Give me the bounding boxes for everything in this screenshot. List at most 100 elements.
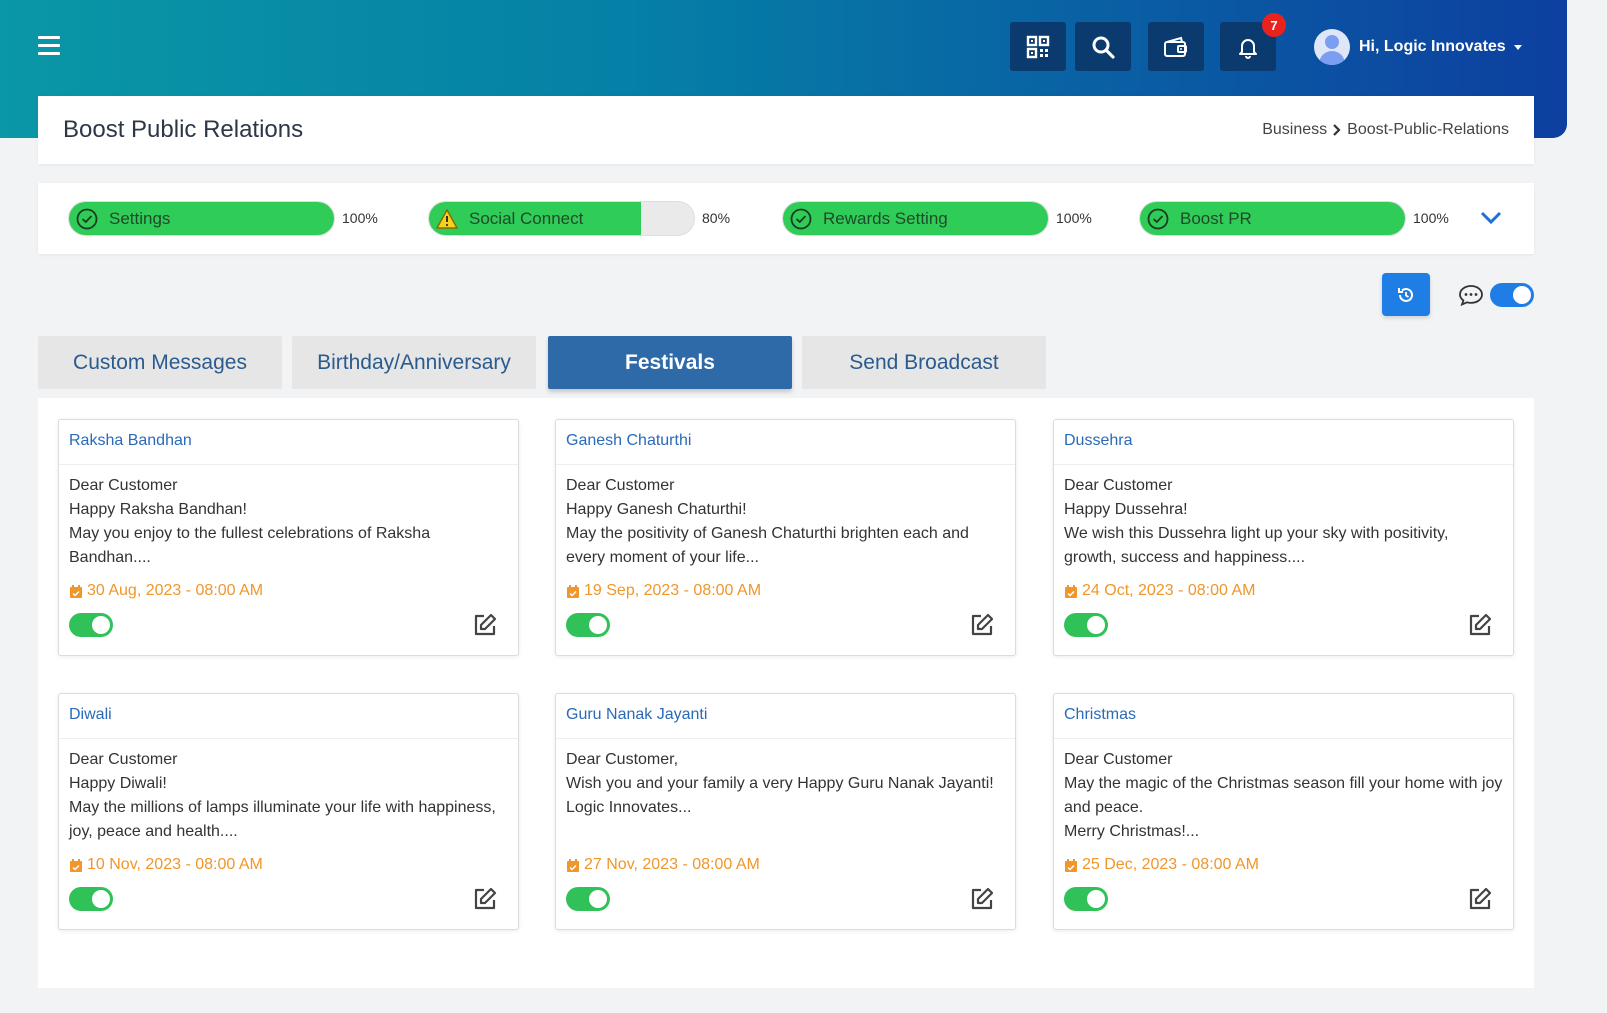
festival-date: 27 Nov, 2023 - 08:00 AM (556, 848, 1015, 874)
festival-message: Dear Customer Happy Diwali! May the mill… (59, 739, 518, 848)
message-line: We wish this Dussehra light up your sky … (1064, 525, 1449, 566)
message-line: Wish you and your family a very Happy Gu… (566, 775, 994, 792)
calendar-icon (1065, 858, 1077, 872)
progress-boost-pr[interactable]: Boost PR (1139, 201, 1406, 236)
progress-percent: 100% (1413, 210, 1449, 226)
tab-birthday-anniversary[interactable]: Birthday/Anniversary (292, 336, 536, 389)
breadcrumb: Business Boost-Public-Relations (1262, 121, 1509, 139)
festival-date: 19 Sep, 2023 - 08:00 AM (556, 574, 1015, 600)
qr-code-button[interactable] (1010, 22, 1066, 71)
festival-message: Dear Customer Happy Ganesh Chaturthi! Ma… (556, 465, 1015, 574)
breadcrumb-current: Boost-Public-Relations (1347, 121, 1509, 138)
festival-date: 30 Aug, 2023 - 08:00 AM (59, 574, 518, 600)
festival-title[interactable]: Dussehra (1054, 420, 1513, 465)
wallet-icon (1164, 36, 1187, 57)
wallet-button[interactable] (1148, 22, 1204, 71)
chat-toggle[interactable] (1490, 283, 1534, 307)
progress-label: Social Connect (469, 209, 584, 228)
message-line: May you enjoy to the fullest celebration… (69, 525, 431, 566)
progress-label: Settings (109, 209, 171, 228)
festival-date-text: 19 Sep, 2023 - 08:00 AM (584, 582, 762, 599)
edit-icon[interactable] (969, 886, 995, 912)
page-title: Boost Public Relations (63, 116, 304, 143)
festival-message: Dear Customer, Wish you and your family … (556, 739, 1015, 848)
festival-message: Dear Customer May the magic of the Chris… (1054, 739, 1513, 848)
festival-date-text: 24 Oct, 2023 - 08:00 AM (1082, 582, 1256, 599)
festival-title[interactable]: Raksha Bandhan (59, 420, 518, 465)
chat-icon (1459, 285, 1483, 307)
progress-label: Rewards Setting (823, 209, 948, 228)
festival-date: 25 Dec, 2023 - 08:00 AM (1054, 848, 1513, 874)
progress-settings[interactable]: Settings (68, 201, 335, 236)
setup-progress-card: Settings 100% Social Connect 80% Rewards… (38, 183, 1534, 254)
message-line: Happy Diwali! (69, 775, 167, 792)
edit-icon[interactable] (1467, 612, 1493, 638)
calendar-icon (567, 858, 579, 872)
message-line: Happy Raksha Bandhan! (69, 501, 247, 518)
tab-festivals[interactable]: Festivals (548, 336, 792, 389)
message-line: Merry Christmas!... (1064, 823, 1200, 840)
message-line: May the positivity of Ganesh Chaturthi b… (566, 525, 969, 566)
festival-title[interactable]: Ganesh Chaturthi (556, 420, 1015, 465)
festivals-panel: Raksha Bandhan Dear Customer Happy Raksh… (38, 398, 1534, 988)
festival-card: Christmas Dear Customer May the magic of… (1053, 693, 1514, 930)
festival-title[interactable]: Guru Nanak Jayanti (556, 694, 1015, 739)
progress-rewards-setting[interactable]: Rewards Setting (782, 201, 1049, 236)
history-button[interactable] (1382, 273, 1430, 316)
hamburger-menu-icon[interactable] (38, 36, 60, 56)
calendar-icon (1065, 584, 1077, 598)
festival-enabled-toggle[interactable] (69, 613, 113, 637)
festival-message: Dear Customer Happy Raksha Bandhan! May … (59, 465, 518, 574)
user-menu[interactable]: Hi, Logic Innovates (1314, 29, 1522, 65)
festival-date: 10 Nov, 2023 - 08:00 AM (59, 848, 518, 874)
message-line: Dear Customer, (566, 751, 679, 768)
progress-percent: 80% (702, 210, 731, 226)
message-line: Dear Customer (1064, 477, 1173, 494)
message-line: May the magic of the Christmas season fi… (1064, 775, 1503, 816)
festival-card: Dussehra Dear Customer Happy Dussehra! W… (1053, 419, 1514, 656)
progress-percent: 100% (342, 210, 378, 226)
festival-card: Raksha Bandhan Dear Customer Happy Raksh… (58, 419, 519, 656)
edit-icon[interactable] (969, 612, 995, 638)
message-line: Happy Dussehra! (1064, 501, 1188, 518)
qr-code-icon (1026, 35, 1050, 58)
festival-enabled-toggle[interactable] (566, 887, 610, 911)
avatar (1314, 29, 1350, 65)
message-line: Happy Ganesh Chaturthi! (566, 501, 747, 518)
festival-date-text: 25 Dec, 2023 - 08:00 AM (1082, 856, 1259, 873)
message-line: Dear Customer (69, 751, 178, 768)
progress-social-connect[interactable]: Social Connect (428, 201, 695, 236)
festival-title[interactable]: Christmas (1054, 694, 1513, 739)
edit-icon[interactable] (472, 612, 498, 638)
festival-date-text: 10 Nov, 2023 - 08:00 AM (87, 856, 263, 873)
festival-date: 24 Oct, 2023 - 08:00 AM (1054, 574, 1513, 600)
festival-date-text: 30 Aug, 2023 - 08:00 AM (87, 582, 264, 599)
chevron-right-icon (1333, 124, 1341, 136)
bell-icon (1239, 38, 1257, 59)
festival-card: Ganesh Chaturthi Dear Customer Happy Gan… (555, 419, 1016, 656)
check-circle-icon (1147, 208, 1169, 230)
tab-custom-messages[interactable]: Custom Messages (38, 336, 282, 389)
progress-percent: 100% (1056, 210, 1092, 226)
calendar-icon (567, 584, 579, 598)
festival-enabled-toggle[interactable] (69, 887, 113, 911)
user-greeting: Hi, Logic Innovates (1359, 38, 1506, 55)
calendar-icon (70, 858, 82, 872)
festival-title[interactable]: Diwali (59, 694, 518, 739)
breadcrumb-parent[interactable]: Business (1262, 121, 1327, 139)
progress-label: Boost PR (1180, 209, 1252, 228)
tab-send-broadcast[interactable]: Send Broadcast (802, 336, 1046, 389)
page-header-card: Boost Public Relations Business Boost-Pu… (38, 96, 1534, 164)
search-button[interactable] (1075, 22, 1131, 71)
festival-enabled-toggle[interactable] (1064, 613, 1108, 637)
message-line: Logic Innovates... (566, 799, 692, 816)
festival-enabled-toggle[interactable] (1064, 887, 1108, 911)
edit-icon[interactable] (1467, 886, 1493, 912)
edit-icon[interactable] (472, 886, 498, 912)
chevron-down-icon[interactable] (1479, 207, 1503, 229)
notification-count-badge: 7 (1262, 13, 1286, 37)
warning-icon (436, 209, 458, 229)
festival-message: Dear Customer Happy Dussehra! We wish th… (1054, 465, 1513, 574)
festival-enabled-toggle[interactable] (566, 613, 610, 637)
festival-card: Guru Nanak Jayanti Dear Customer, Wish y… (555, 693, 1016, 930)
